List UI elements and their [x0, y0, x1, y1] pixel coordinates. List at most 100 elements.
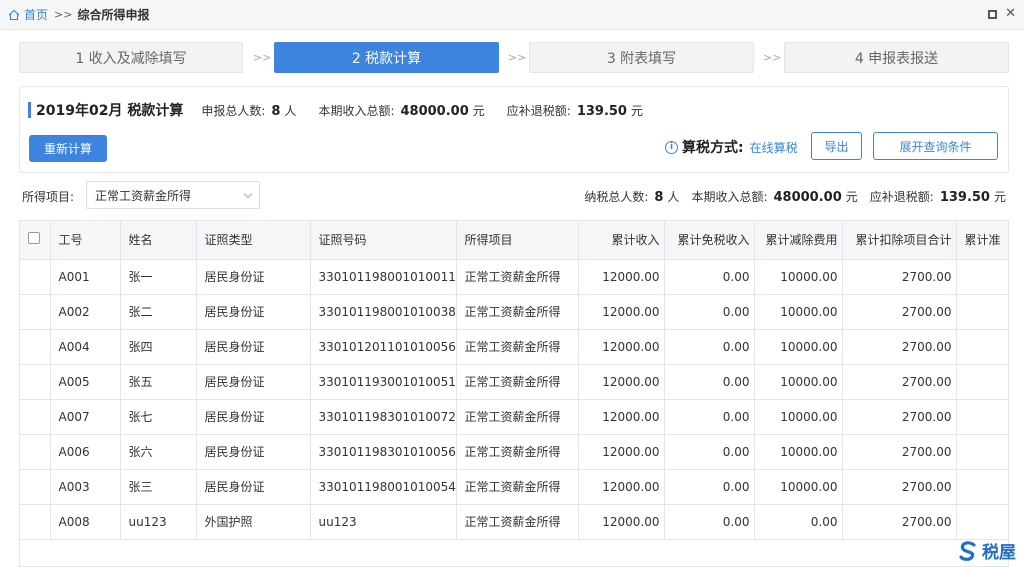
people-value: 8	[271, 104, 281, 119]
select-all-checkbox[interactable]	[28, 232, 40, 245]
table-cell-overflow	[956, 434, 1008, 470]
table-cell: 居民身份证	[196, 329, 311, 365]
filter-income-label: 本期收入总额:	[691, 190, 768, 204]
column-header[interactable]: 累计减除费用	[754, 221, 843, 260]
table-cell: 12000.00	[578, 364, 665, 400]
table-cell-overflow	[956, 329, 1008, 365]
expand-query-button[interactable]: 展开查询条件	[873, 132, 998, 160]
calc-method-label: 算税方式:	[682, 140, 744, 156]
title-bar: 首页 >> 综合所得申报 ✕	[0, 0, 1024, 30]
taxpayer-count-value: 8	[654, 190, 664, 205]
row-select-cell[interactable]	[20, 469, 51, 505]
table-header-row: 工号 姓名 证照类型 证照号码 所得项目 累计收入 累计免税收入 累计减除费用 …	[20, 221, 1008, 260]
table-cell: uu123	[310, 504, 457, 540]
table-cell: 10000.00	[754, 434, 843, 470]
column-header[interactable]: 所得项目	[456, 221, 579, 260]
column-header[interactable]: 累计免税收入	[664, 221, 755, 260]
table-cell: 张五	[120, 364, 197, 400]
table-cell: 张二	[120, 294, 197, 330]
table-row[interactable]: A006 张六 居民身份证 330101198301010056 正常工资薪金所得 120…	[20, 434, 1008, 470]
table-cell: 12000.00	[578, 329, 665, 365]
table-cell: A001	[50, 259, 121, 295]
table-cell: 12000.00	[578, 504, 665, 540]
close-icon[interactable]: ✕	[1005, 7, 1016, 20]
table-cell-overflow	[956, 364, 1008, 400]
table-cell: 10000.00	[754, 469, 843, 505]
recalculate-button[interactable]: 重新计算	[29, 135, 107, 162]
home-icon	[8, 9, 20, 20]
table-cell: 张三	[120, 469, 197, 505]
table-cell: 正常工资薪金所得	[456, 434, 579, 470]
table-cell: 0.00	[664, 294, 755, 330]
step-2-tab[interactable]: 2 税款计算	[274, 42, 499, 73]
table-row[interactable]: A007 张七 居民身份证 330101198301010072 正常工资薪金所得 120…	[20, 399, 1008, 435]
breadcrumb-home[interactable]: 首页	[8, 6, 48, 23]
table-cell: 330101193001010051	[310, 364, 457, 400]
table-cell: 0.00	[664, 259, 755, 295]
income-unit: 元	[472, 104, 485, 118]
table-cell: 居民身份证	[196, 434, 311, 470]
column-header[interactable]: 累计扣除项目合计	[842, 221, 957, 260]
table-row[interactable]: A003 张三 居民身份证 330101198001010054 正常工资薪金所得 120…	[20, 469, 1008, 505]
table-cell: 12000.00	[578, 259, 665, 295]
row-select-cell[interactable]	[20, 434, 51, 470]
row-select-cell[interactable]	[20, 259, 51, 295]
table-cell: A002	[50, 294, 121, 330]
restore-icon[interactable]	[988, 9, 998, 19]
table-cell: 12000.00	[578, 294, 665, 330]
table-row[interactable]: A004 张四 居民身份证 330101201101010056 正常工资薪金所得 120…	[20, 329, 1008, 365]
row-select-cell[interactable]	[20, 399, 51, 435]
income-label: 本期收入总额:	[318, 104, 395, 118]
table-cell: 0.00	[664, 364, 755, 400]
row-select-cell[interactable]	[20, 294, 51, 330]
income-item-select[interactable]: 正常工资薪金所得	[86, 181, 260, 209]
summary-panel: 2019年02月 税款计算 申报总人数: 8 人 本期收入总额: 48000.0…	[19, 86, 1009, 173]
watermark-text: 税屋	[982, 543, 1016, 563]
table-cell: 张七	[120, 399, 197, 435]
table-cell: 330101198001010054	[310, 469, 457, 505]
row-select-cell[interactable]	[20, 364, 51, 400]
table-cell: 正常工资薪金所得	[456, 504, 579, 540]
step-1-tab[interactable]: 1 收入及减除填写	[19, 42, 243, 73]
table-cell-overflow	[956, 469, 1008, 505]
column-header[interactable]: 累计收入	[578, 221, 665, 260]
table-cell: 2700.00	[842, 469, 957, 505]
table-cell: 0.00	[664, 504, 755, 540]
tax-label: 应补退税额:	[506, 104, 571, 118]
table-cell: A005	[50, 364, 121, 400]
calc-method-value[interactable]: 在线算税	[750, 139, 798, 156]
table-cell-overflow	[956, 504, 1008, 540]
step-4-tab[interactable]: 4 申报表报送	[784, 42, 1009, 73]
table-cell: 2700.00	[842, 434, 957, 470]
logo-icon	[959, 540, 976, 561]
column-header[interactable]: 证照类型	[196, 221, 311, 260]
table-cell: 12000.00	[578, 469, 665, 505]
column-header[interactable]: 姓名	[120, 221, 197, 260]
row-select-cell[interactable]	[20, 329, 51, 365]
table-cell: 12000.00	[578, 434, 665, 470]
column-header[interactable]: 工号	[50, 221, 121, 260]
table-cell: 10000.00	[754, 364, 843, 400]
table-row[interactable]: A005 张五 居民身份证 330101193001010051 正常工资薪金所得 120…	[20, 364, 1008, 400]
table-row[interactable]: A002 张二 居民身份证 330101198001010038 正常工资薪金所得 120…	[20, 294, 1008, 330]
select-all-cell[interactable]	[20, 221, 51, 260]
breadcrumb-home-label: 首页	[24, 8, 49, 22]
step-arrow: >>	[508, 51, 527, 64]
table-cell: 330101198301010072	[310, 399, 457, 435]
table-row[interactable]: A008 uu123 外国护照 uu123 正常工资薪金所得 12000.00 0.00 0.…	[20, 504, 1008, 540]
step-3-tab[interactable]: 3 附表填写	[529, 42, 754, 73]
table-cell: 正常工资薪金所得	[456, 259, 579, 295]
income-item-selected: 正常工资薪金所得	[95, 188, 192, 203]
tax-value: 139.50	[576, 104, 627, 119]
table-cell: A004	[50, 329, 121, 365]
column-header[interactable]: 累计准	[956, 221, 1008, 260]
chevron-down-icon	[243, 189, 253, 199]
column-header[interactable]: 证照号码	[310, 221, 457, 260]
title-accent-bar	[28, 102, 31, 118]
export-button[interactable]: 导出	[811, 132, 862, 160]
row-select-cell[interactable]	[20, 504, 51, 540]
table-cell: 12000.00	[578, 399, 665, 435]
step-arrow: >>	[253, 51, 272, 64]
table-row[interactable]: A001 张一 居民身份证 330101198001010011 正常工资薪金所得 120…	[20, 259, 1008, 295]
income-value: 48000.00	[400, 104, 469, 119]
